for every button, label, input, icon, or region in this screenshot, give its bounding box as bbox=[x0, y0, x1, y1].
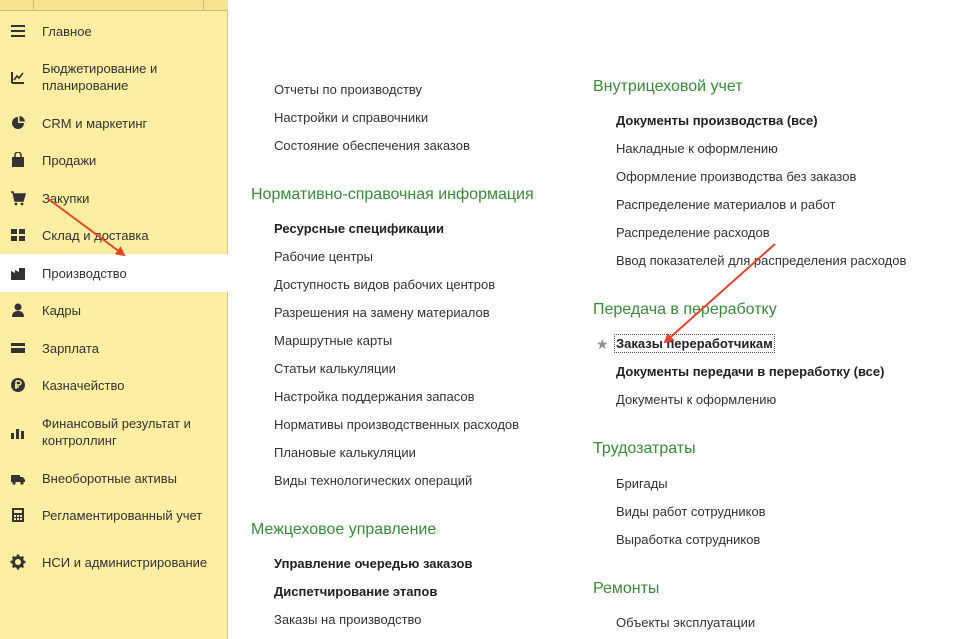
sidebar-item-purchases[interactable]: Закупки bbox=[0, 187, 228, 209]
link-route-cards[interactable]: Маршрутные карты bbox=[274, 333, 392, 348]
link-material-replacement[interactable]: Разрешения на замену материалов bbox=[274, 305, 490, 320]
sidebar-item-production[interactable]: Производство bbox=[0, 254, 228, 292]
sidebar-item-label: Главное bbox=[42, 23, 92, 39]
link-employee-output[interactable]: Выработка сотрудников bbox=[616, 532, 760, 547]
section-title-nsi: Нормативно-справочная информация bbox=[251, 186, 534, 203]
sidebar-top-strip bbox=[0, 0, 228, 11]
section-title-inter-shop: Межцеховое управление bbox=[251, 521, 437, 538]
sidebar-item-main[interactable]: Главное bbox=[0, 20, 228, 42]
sidebar-item-regulated-accounting[interactable]: Регламентированный учет bbox=[0, 504, 228, 526]
menu-icon bbox=[10, 23, 26, 39]
sidebar-item-label: Финансовый результат и контроллинг bbox=[42, 416, 191, 448]
sidebar-item-admin[interactable]: НСИ и администрирование bbox=[0, 543, 228, 581]
person-icon bbox=[10, 302, 26, 318]
card-icon bbox=[10, 340, 26, 356]
budget-icon bbox=[10, 69, 26, 85]
link-order-supply-status[interactable]: Состояние обеспечения заказов bbox=[274, 138, 470, 153]
link-planned-costing[interactable]: Плановые калькуляции bbox=[274, 445, 416, 460]
sidebar-item-label: Закупки bbox=[42, 190, 90, 206]
grid-icon bbox=[10, 227, 26, 243]
sidebar-item-budgeting[interactable]: Бюджетирование и планирование bbox=[0, 58, 228, 96]
link-stage-dispatching[interactable]: Диспетчирование этапов bbox=[274, 584, 437, 599]
favorite-star-icon[interactable]: ★ bbox=[596, 336, 609, 353]
sidebar-item-label: Склад и доставка bbox=[42, 227, 149, 243]
sidebar-item-label: Регламентированный учет bbox=[42, 507, 203, 523]
sidebar-item-label: CRM и маркетинг bbox=[42, 115, 148, 131]
link-cost-distribution[interactable]: Распределение расходов bbox=[616, 225, 770, 240]
link-transfer-documents-all[interactable]: Документы передачи в переработку (все) bbox=[616, 364, 884, 379]
link-production-reports[interactable]: Отчеты по производству bbox=[274, 82, 422, 97]
link-production-documents-all[interactable]: Документы производства (все) bbox=[616, 113, 818, 128]
link-costing-items[interactable]: Статьи калькуляции bbox=[274, 361, 396, 376]
link-resource-specifications[interactable]: Ресурсные спецификации bbox=[274, 221, 444, 236]
section-title-labor: Трудозатраты bbox=[593, 440, 696, 457]
sidebar-item-label: Продажи bbox=[42, 152, 97, 168]
sidebar-item-salary[interactable]: Зарплата bbox=[0, 337, 228, 359]
link-brigades[interactable]: Бригады bbox=[616, 476, 668, 491]
sidebar-item-label: Производство bbox=[42, 265, 127, 281]
sidebar-item-label: НСИ и администрирование bbox=[42, 554, 208, 570]
calculator-icon bbox=[10, 507, 26, 523]
sidebar-item-label: Казначейство bbox=[42, 377, 125, 393]
sidebar-item-label: Бюджетирование и планирование bbox=[42, 61, 158, 93]
sidebar-item-label: Зарплата bbox=[42, 340, 99, 356]
link-stock-maintenance[interactable]: Настройка поддержания запасов bbox=[274, 389, 474, 404]
link-work-center-availability[interactable]: Доступность видов рабочих центров bbox=[274, 277, 495, 292]
sidebar-item-sales[interactable]: Продажи bbox=[0, 149, 228, 171]
link-operation-types[interactable]: Виды технологических операций bbox=[274, 473, 472, 488]
sidebar-item-hr[interactable]: Кадры bbox=[0, 299, 228, 321]
sidebar-item-label: Внеоборотные активы bbox=[42, 470, 178, 486]
sidebar-item-warehouse[interactable]: Склад и доставка bbox=[0, 224, 228, 246]
sidebar-item-fixed-assets[interactable]: Внеоборотные активы bbox=[0, 467, 228, 489]
link-invoices-to-process[interactable]: Накладные к оформлению bbox=[616, 141, 778, 156]
link-documents-to-process[interactable]: Документы к оформлению bbox=[616, 392, 776, 407]
section-title-intra-shop: Внутрицеховой учет bbox=[593, 78, 743, 95]
link-production-orders[interactable]: Заказы на производство bbox=[274, 612, 422, 627]
link-processor-orders[interactable]: Заказы переработчикам bbox=[614, 334, 775, 353]
link-material-work-distribution[interactable]: Распределение материалов и работ bbox=[616, 197, 835, 212]
link-employee-work-types[interactable]: Виды работ сотрудников bbox=[616, 504, 766, 519]
gear-icon bbox=[10, 554, 26, 570]
sidebar-item-label: Кадры bbox=[42, 302, 81, 318]
truck-icon bbox=[10, 470, 26, 486]
cart-icon bbox=[10, 190, 26, 206]
link-operation-objects[interactable]: Объекты эксплуатации bbox=[616, 615, 755, 630]
link-work-centers[interactable]: Рабочие центры bbox=[274, 249, 373, 264]
link-settings-references[interactable]: Настройки и справочники bbox=[274, 110, 428, 125]
sidebar-item-treasury[interactable]: Казначейство bbox=[0, 374, 228, 396]
pie-icon bbox=[10, 115, 26, 131]
link-production-cost-norms[interactable]: Нормативы производственных расходов bbox=[274, 417, 519, 432]
sidebar-item-financial-result[interactable]: Финансовый результат и контроллинг bbox=[0, 413, 228, 451]
link-order-queue[interactable]: Управление очередью заказов bbox=[274, 556, 472, 571]
bag-icon bbox=[10, 152, 26, 168]
link-distribution-indicators[interactable]: Ввод показателей для распределения расхо… bbox=[616, 253, 906, 268]
ruble-icon bbox=[10, 377, 26, 393]
chart-icon bbox=[10, 424, 26, 440]
factory-icon bbox=[10, 265, 26, 281]
sidebar-item-crm[interactable]: CRM и маркетинг bbox=[0, 112, 228, 134]
link-production-without-orders[interactable]: Оформление производства без заказов bbox=[616, 169, 856, 184]
section-title-repairs: Ремонты bbox=[593, 580, 660, 597]
sidebar: Главное Бюджетирование и планирование CR… bbox=[0, 0, 228, 639]
section-title-processing-transfer: Передача в переработку bbox=[593, 301, 777, 318]
